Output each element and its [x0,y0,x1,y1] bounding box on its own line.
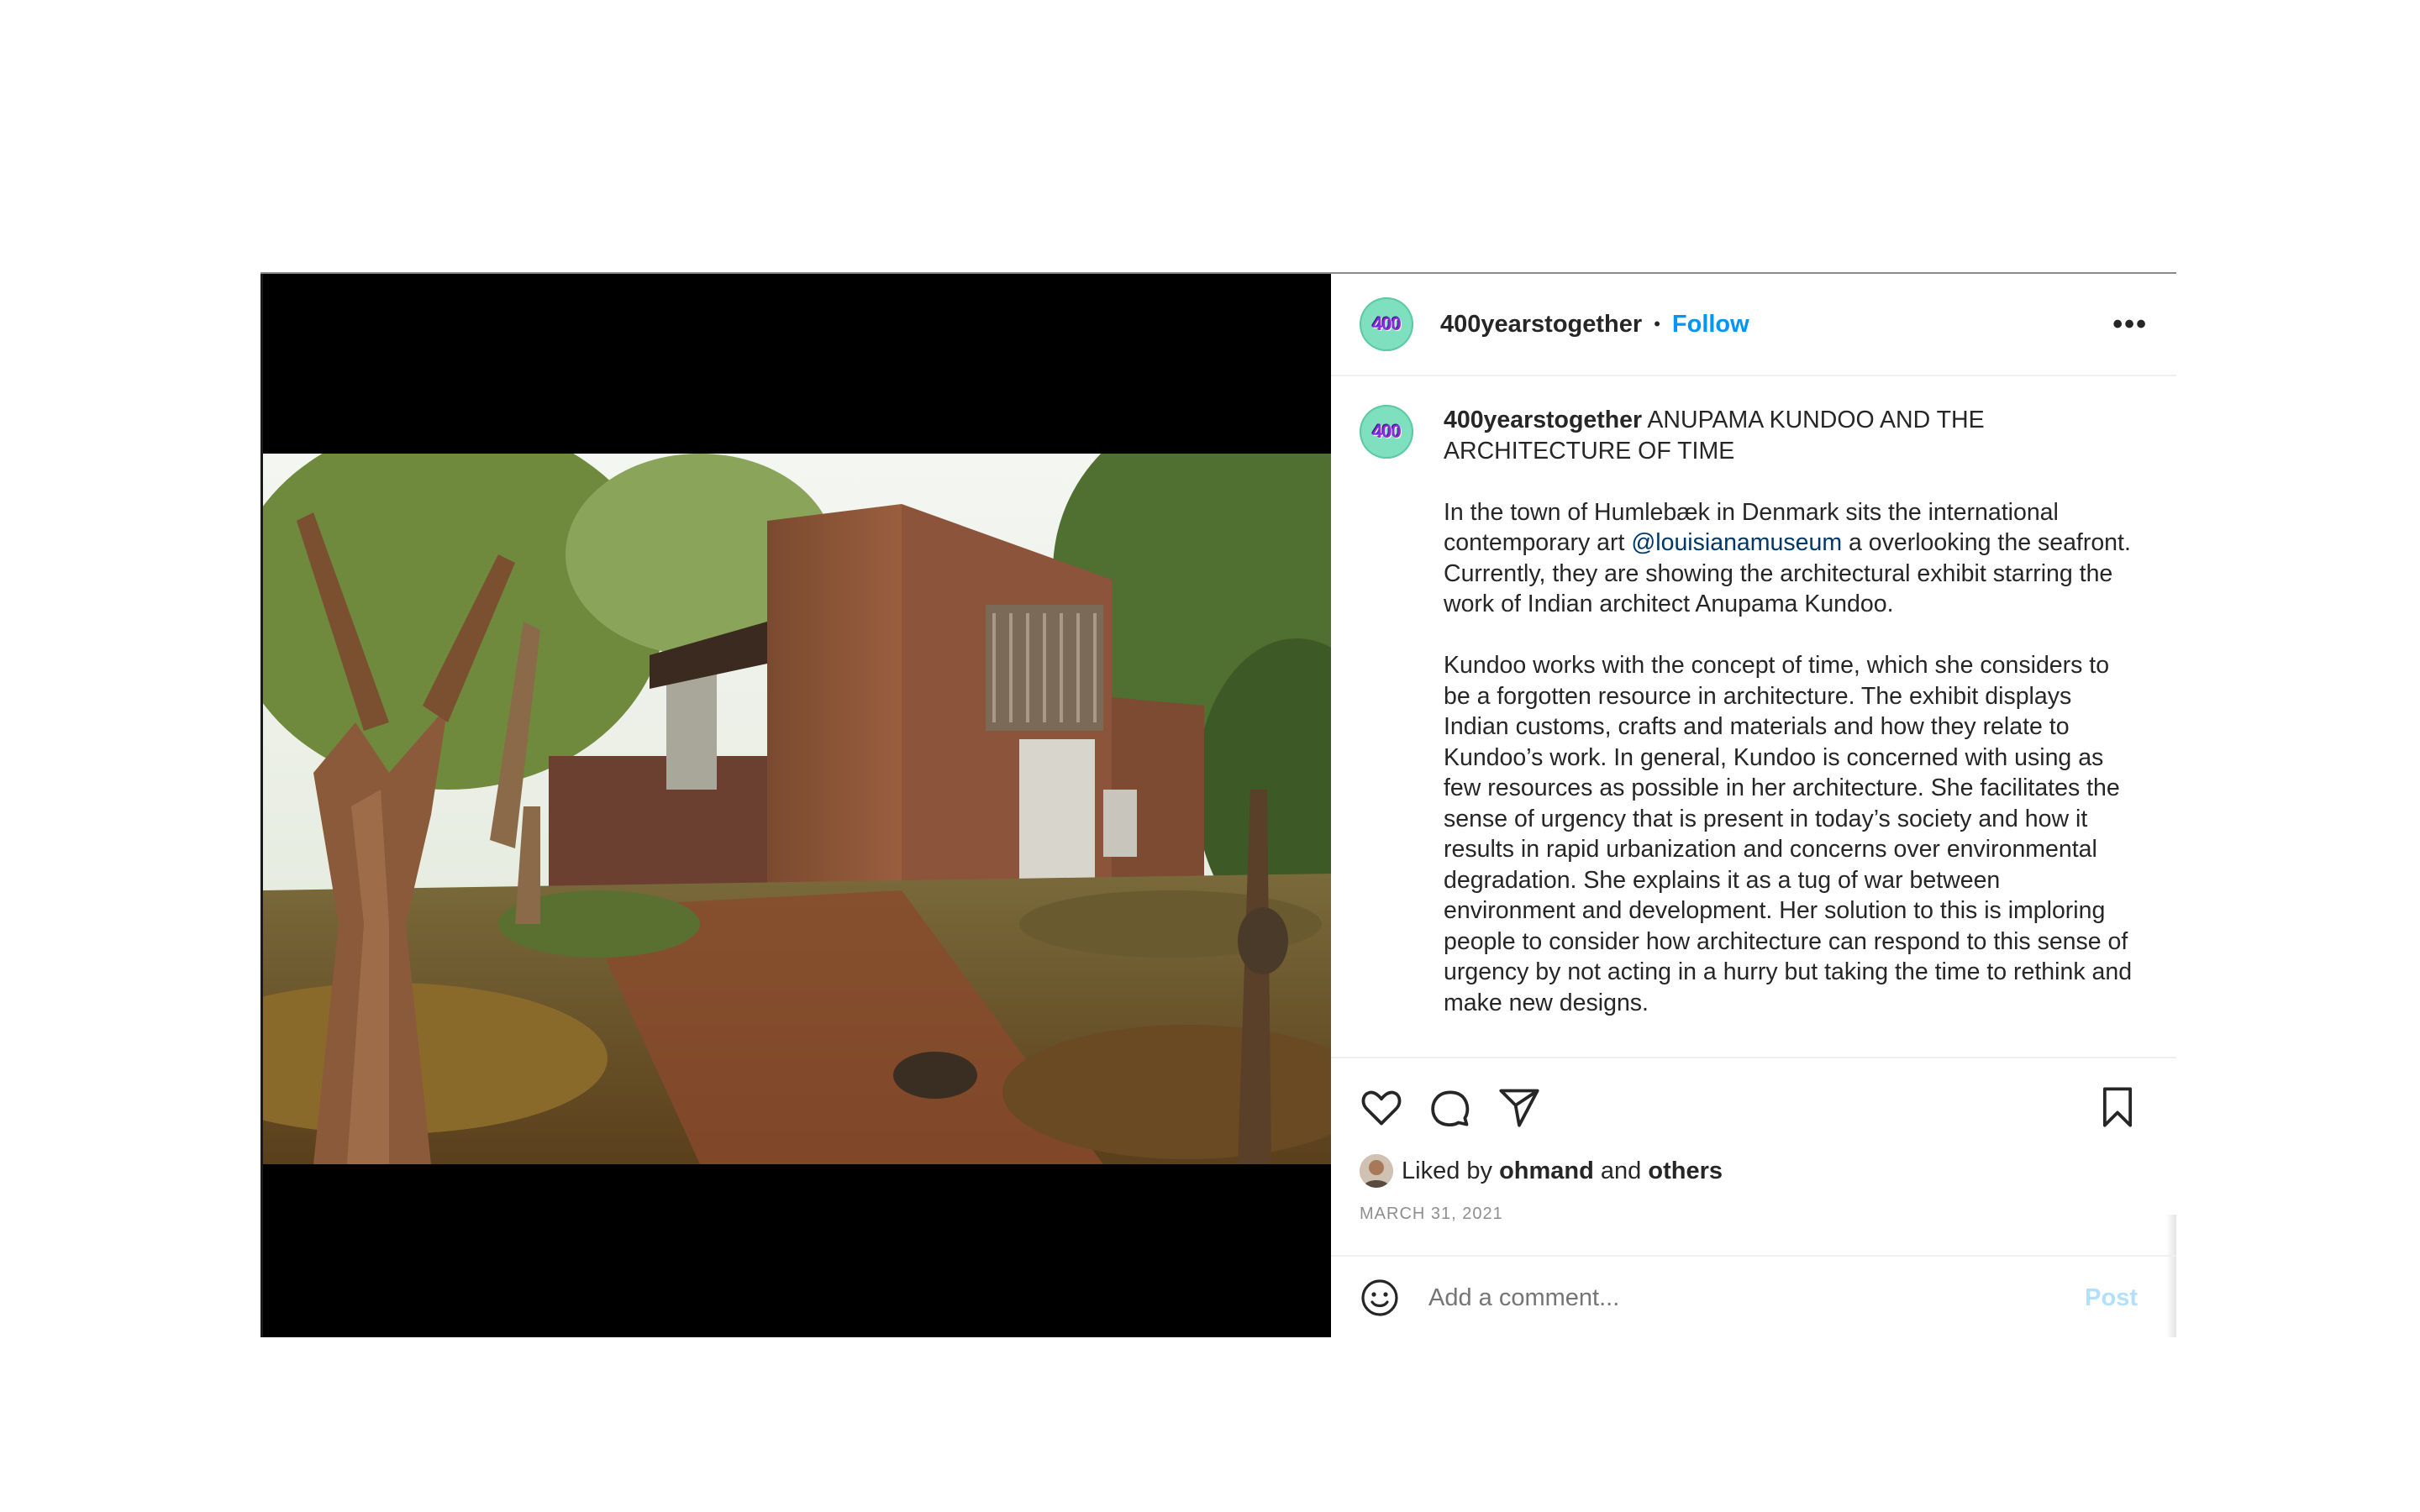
caption-paragraph-2: Kundoo works with the concept of time, w… [1444,652,2133,1016]
follow-button[interactable]: Follow [1672,311,1749,339]
bookmark-icon[interactable] [2096,1085,2139,1129]
instagram-post: 400 400yearstogether • Follow ••• 400 40… [260,272,2176,1337]
liker-avatar[interactable] [1360,1154,1393,1188]
post-comment-button[interactable]: Post [2085,1284,2138,1312]
post-media[interactable] [260,274,1331,1337]
post-side-panel: 400 400yearstogether • Follow ••• 400 40… [1331,274,2176,1337]
heart-icon[interactable] [1360,1085,1403,1129]
caption-avatar[interactable]: 400 [1360,405,1413,459]
comment-input[interactable] [1427,1283,2086,1313]
smiley-icon[interactable] [1360,1278,1400,1318]
profile-avatar[interactable]: 400 [1360,297,1413,351]
post-photo[interactable] [263,454,1331,1164]
comment-icon[interactable] [1428,1085,1472,1129]
paper-plane-icon[interactable] [1497,1085,1541,1129]
caption-paragraph-1: In the town of Humlebæk in Denmark sits … [1444,497,2133,620]
likes-and: and [1600,1157,1642,1184]
post-header: 400 400yearstogether • Follow ••• [1331,274,2176,376]
liked-by-prefix: Liked by [1402,1157,1493,1184]
caption-title: 400yearstogether ANUPAMA KUNDOO AND THE … [1444,405,2133,466]
username-link[interactable]: 400yearstogether [1440,311,1642,339]
post-date[interactable]: MARCH 31, 2021 [1360,1205,1503,1224]
caption-section: 400 400yearstogether ANUPAMA KUNDOO AND … [1331,376,2176,1058]
comment-bar: Post [1331,1255,2176,1337]
more-options-icon[interactable]: ••• [2112,310,2148,339]
likes-line: Liked by ohmand and others [1360,1154,1723,1188]
separator-dot: • [1654,313,1660,334]
mention-link[interactable]: @louisianamuseum [1631,529,1842,556]
person-photo-icon [1360,1154,1393,1188]
action-bar [1360,1082,2148,1132]
caption-username[interactable]: 400yearstogether [1444,407,1642,433]
likes-others-link[interactable]: others [1648,1158,1723,1185]
house-photo-illustration [263,454,1331,1164]
liker-username[interactable]: ohmand [1499,1158,1594,1185]
caption-text: 400yearstogether ANUPAMA KUNDOO AND THE … [1444,405,2133,1057]
